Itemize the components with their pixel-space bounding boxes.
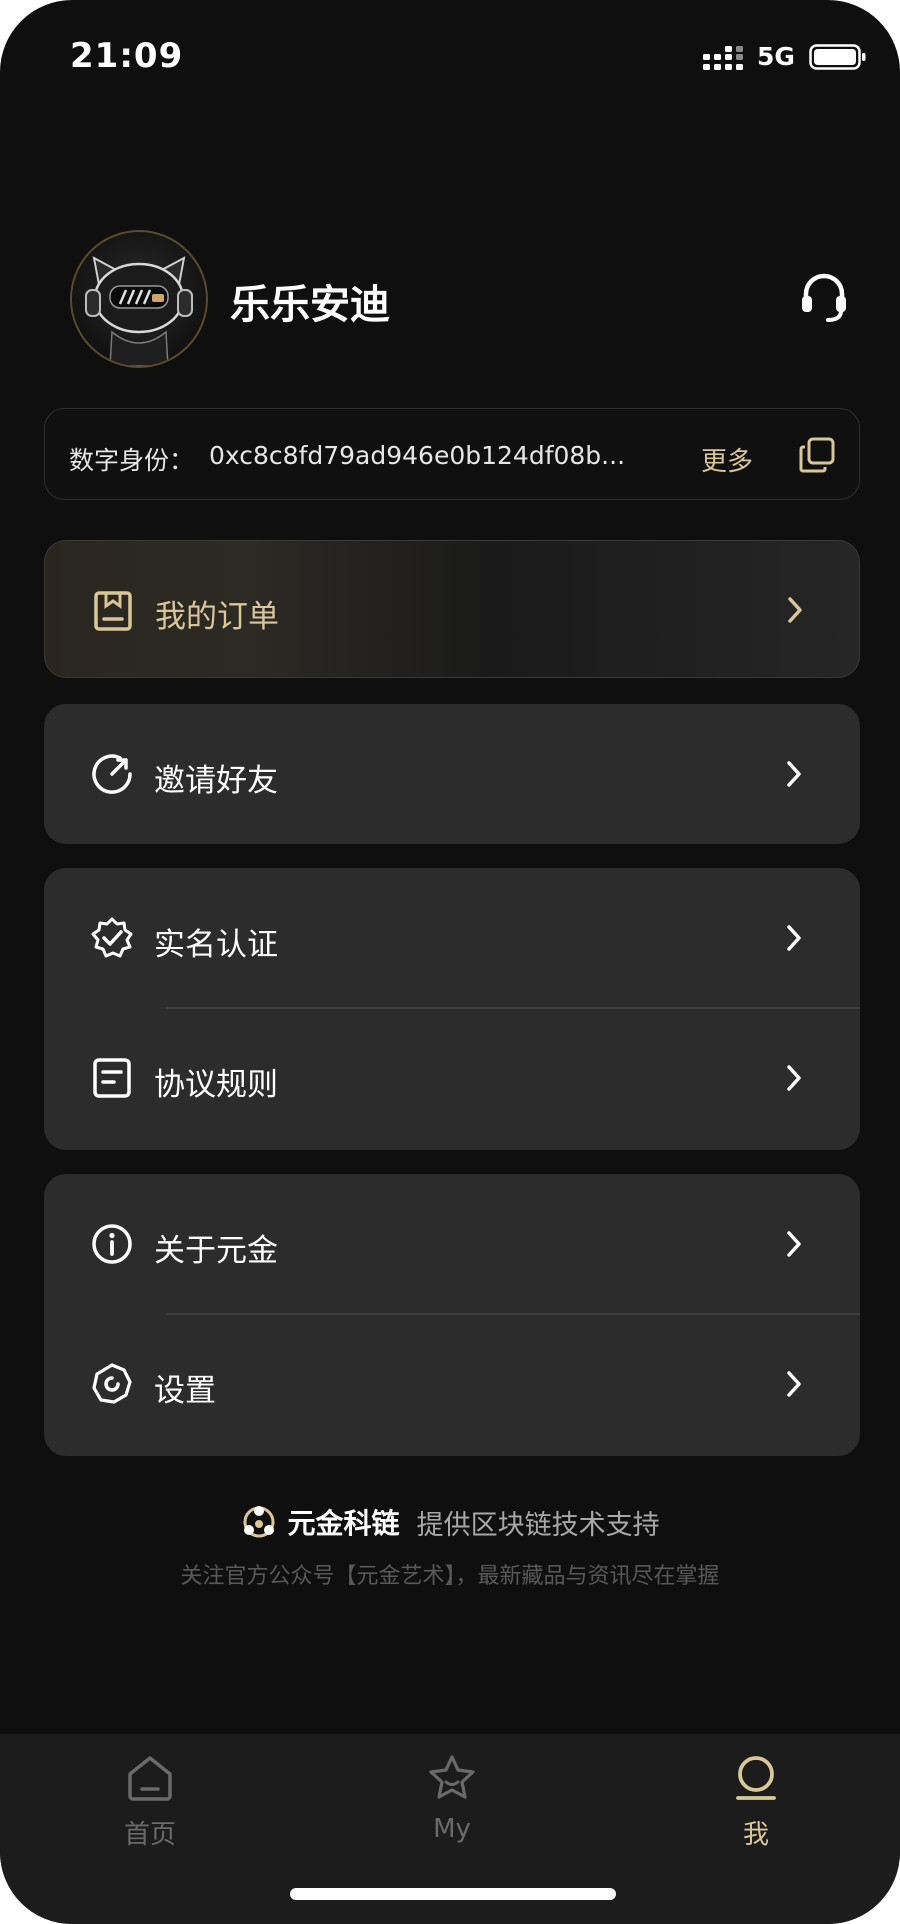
signal-icon xyxy=(703,46,743,70)
menu-label-verify: 实名认证 xyxy=(154,927,278,963)
settings-icon xyxy=(92,1363,132,1404)
robot-cat-avatar-icon xyxy=(85,256,193,366)
order-icon xyxy=(94,591,132,631)
tab-label-my: My xyxy=(433,1814,471,1844)
digital-identity-card: 数字身份： 0xc8c8fd79ad946e0b124df08b... 更多 xyxy=(44,408,860,500)
menu-label-invite: 邀请好友 xyxy=(154,763,278,799)
star-icon xyxy=(429,1755,475,1799)
menu-label-settings: 设置 xyxy=(154,1373,216,1409)
divider xyxy=(166,1007,860,1009)
info-icon xyxy=(92,1224,132,1264)
menu-item-orders[interactable]: 我的订单 xyxy=(45,541,859,677)
tab-my[interactable]: My xyxy=(372,1752,532,1862)
brand-line: 元金科链 提供区块链技术支持 xyxy=(0,1502,900,1542)
menu-item-about[interactable]: 关于元金 xyxy=(44,1174,860,1314)
battery-icon xyxy=(809,44,866,70)
network-label: 5G xyxy=(757,42,795,71)
account-card: 实名认证 协议规则 xyxy=(44,868,860,1150)
chevron-right-icon xyxy=(787,1231,801,1257)
home-indicator[interactable] xyxy=(290,1888,616,1900)
chevron-right-icon xyxy=(787,925,801,951)
status-bar: 21:09 5G xyxy=(0,0,900,110)
brand-name: 元金科链 xyxy=(287,1507,400,1540)
headset-icon[interactable] xyxy=(796,268,852,324)
menu-item-agreement[interactable]: 协议规则 xyxy=(44,1010,860,1150)
status-time: 21:09 xyxy=(70,36,184,76)
chevron-right-icon xyxy=(788,597,802,623)
menu-item-verify[interactable]: 实名认证 xyxy=(44,868,860,1008)
divider xyxy=(166,1313,860,1315)
follow-notice: 关注官方公众号【元金艺术】，最新藏品与资讯尽在掌握 xyxy=(180,1564,720,1589)
document-icon xyxy=(93,1058,131,1098)
chevron-right-icon xyxy=(787,1065,801,1091)
username: 乐乐安迪 xyxy=(230,282,390,328)
home-icon xyxy=(128,1756,172,1801)
tab-profile[interactable]: 我 xyxy=(676,1752,836,1862)
chevron-right-icon xyxy=(787,761,801,787)
avatar[interactable] xyxy=(70,230,208,368)
app-card: 关于元金 设置 xyxy=(44,1174,860,1456)
brand-logo-icon xyxy=(243,1506,275,1538)
invite-icon xyxy=(92,754,132,794)
verified-badge-icon xyxy=(91,917,133,958)
tab-label-profile: 我 xyxy=(742,1820,769,1850)
tab-label-home: 首页 xyxy=(123,1820,176,1850)
profile-icon xyxy=(736,1756,776,1800)
tab-home[interactable]: 首页 xyxy=(70,1752,230,1862)
my-orders-card[interactable]: 我的订单 xyxy=(44,540,860,678)
brand-support-text: 提供区块链技术支持 xyxy=(416,1509,660,1541)
identity-more-button[interactable]: 更多 xyxy=(701,441,753,478)
copy-icon[interactable] xyxy=(797,435,837,475)
app-screen: 21:09 5G 乐乐安迪 数字身份： 0xc8c8fd79ad946e0b12… xyxy=(0,0,900,1924)
chevron-right-icon xyxy=(787,1371,801,1397)
menu-label-agreement: 协议规则 xyxy=(154,1067,278,1103)
menu-item-settings[interactable]: 设置 xyxy=(44,1316,860,1456)
menu-label-orders: 我的订单 xyxy=(155,599,279,635)
identity-address: 0xc8c8fd79ad946e0b124df08b... xyxy=(209,441,626,470)
menu-label-about: 关于元金 xyxy=(154,1233,278,1269)
menu-item-invite[interactable]: 邀请好友 xyxy=(44,704,860,844)
identity-label: 数字身份： xyxy=(69,446,195,475)
invite-card[interactable]: 邀请好友 xyxy=(44,704,860,844)
